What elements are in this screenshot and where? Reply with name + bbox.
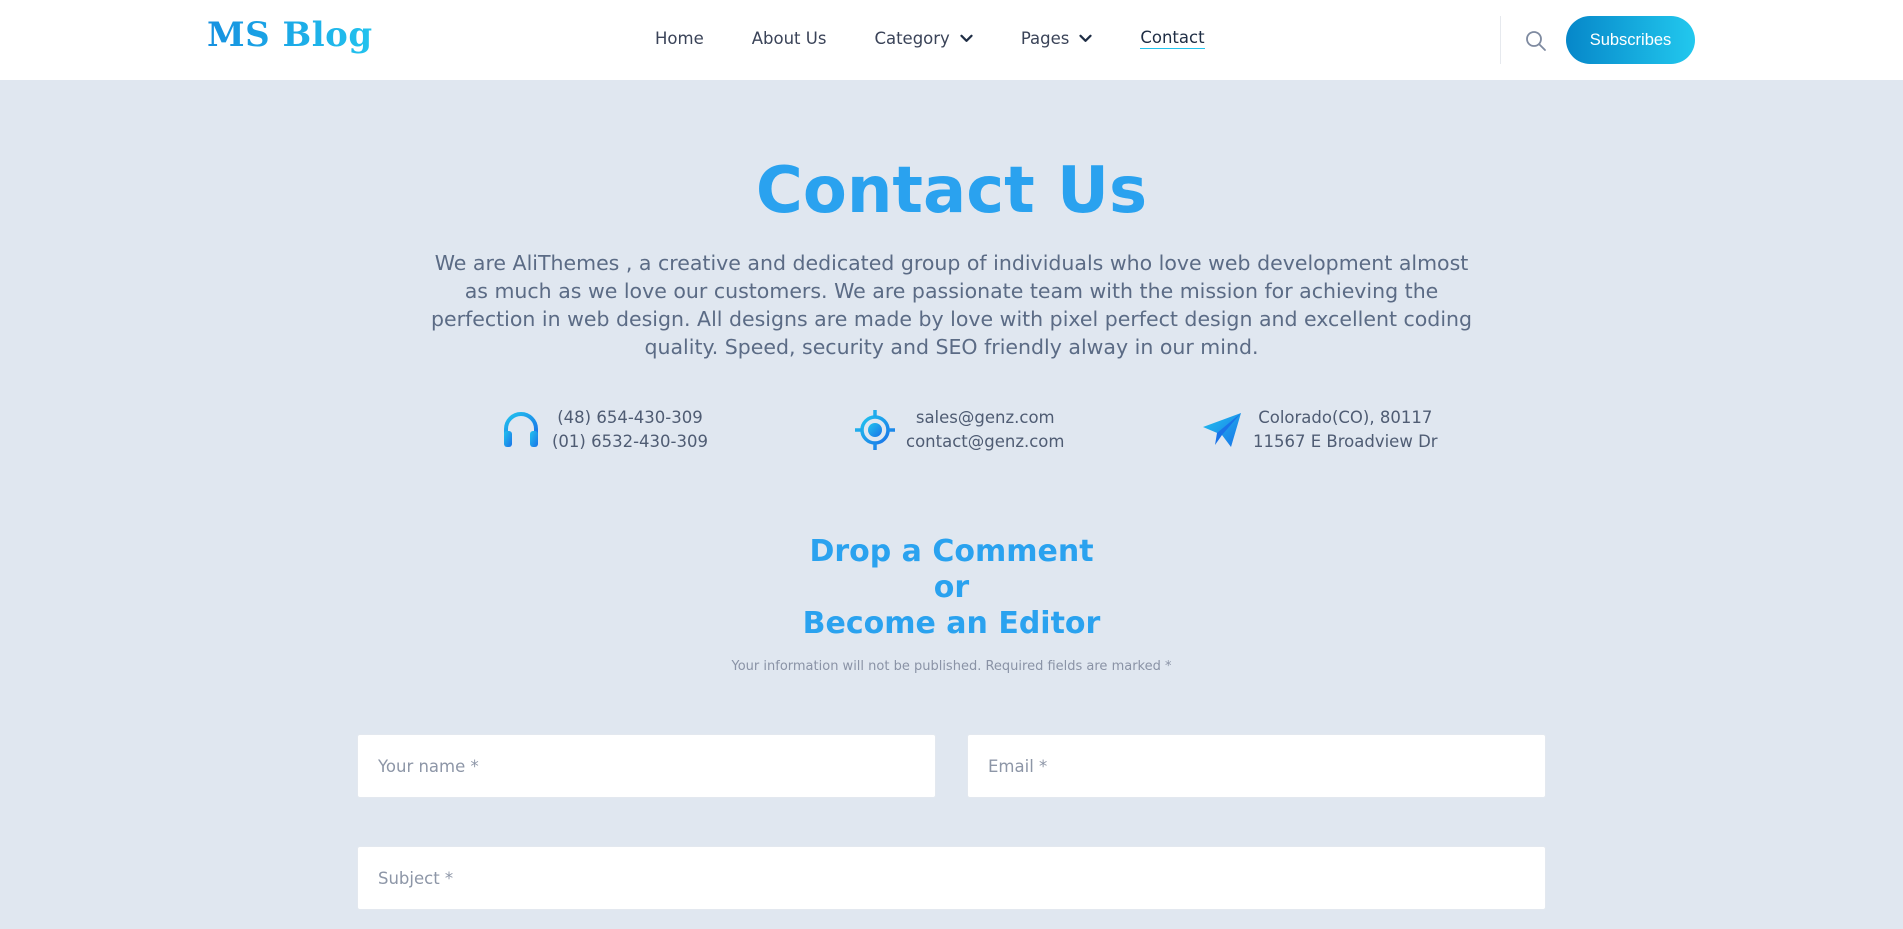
contact-address: Colorado(CO), 80117 11567 E Broadview Dr <box>1201 406 1438 454</box>
address-lines: Colorado(CO), 80117 11567 E Broadview Dr <box>1253 406 1438 454</box>
site-logo[interactable]: MS Blog <box>207 15 373 55</box>
address-line-2: 11567 E Broadview Dr <box>1253 432 1438 451</box>
form-title-line-1: Drop a Comment <box>809 534 1094 569</box>
nav-item-pages[interactable]: Pages <box>1021 29 1093 48</box>
phone-line-1[interactable]: (48) 654-430-309 <box>552 406 708 430</box>
nav-item-contact[interactable]: Contact <box>1140 28 1205 49</box>
nav-item-home[interactable]: Home <box>655 29 704 48</box>
paper-plane-icon <box>1203 413 1241 447</box>
subscribe-button[interactable]: Subscribes <box>1566 16 1695 64</box>
headphones-icon <box>504 412 538 447</box>
page-title: Contact Us <box>755 154 1148 228</box>
chevron-down-icon <box>960 34 973 42</box>
form-title: Drop a Comment or Become an Editor <box>0 534 1903 642</box>
target-icon <box>855 410 895 450</box>
main-nav: Home About Us Category Pages Contact <box>655 28 1205 49</box>
phone-lines: (48) 654-430-309 (01) 6532-430-309 <box>552 406 708 454</box>
form-note: Your information will not be published. … <box>731 659 1172 674</box>
chevron-down-icon <box>1079 34 1092 42</box>
nav-item-category-label: Category <box>874 29 950 48</box>
email-input[interactable] <box>967 734 1546 798</box>
search-icon[interactable] <box>1524 29 1548 53</box>
header-divider <box>1500 16 1501 64</box>
contact-email: sales@genz.com contact@genz.com <box>854 406 1064 454</box>
name-input[interactable] <box>357 734 936 798</box>
email-line-1[interactable]: sales@genz.com <box>906 406 1064 430</box>
intro-text: We are AliThemes , a creative and dedica… <box>430 251 1473 359</box>
form-title-line-3: Become an Editor <box>802 606 1101 641</box>
phone-line-2[interactable]: (01) 6532-430-309 <box>552 430 708 454</box>
nav-item-about-label: About Us <box>751 29 827 48</box>
nav-item-about[interactable]: About Us <box>752 29 827 48</box>
nav-item-category[interactable]: Category <box>874 29 973 48</box>
email-line-2[interactable]: contact@genz.com <box>906 430 1064 454</box>
nav-item-pages-label: Pages <box>1020 29 1070 48</box>
site-header: MS Blog Home About Us Category Pages Con… <box>0 0 1903 80</box>
subject-input[interactable] <box>357 846 1546 910</box>
address-line-1: Colorado(CO), 80117 <box>1258 408 1433 427</box>
form-title-line-2: or <box>933 570 970 605</box>
email-lines: sales@genz.com contact@genz.com <box>906 406 1064 454</box>
contact-phone: (48) 654-430-309 (01) 6532-430-309 <box>500 406 708 454</box>
